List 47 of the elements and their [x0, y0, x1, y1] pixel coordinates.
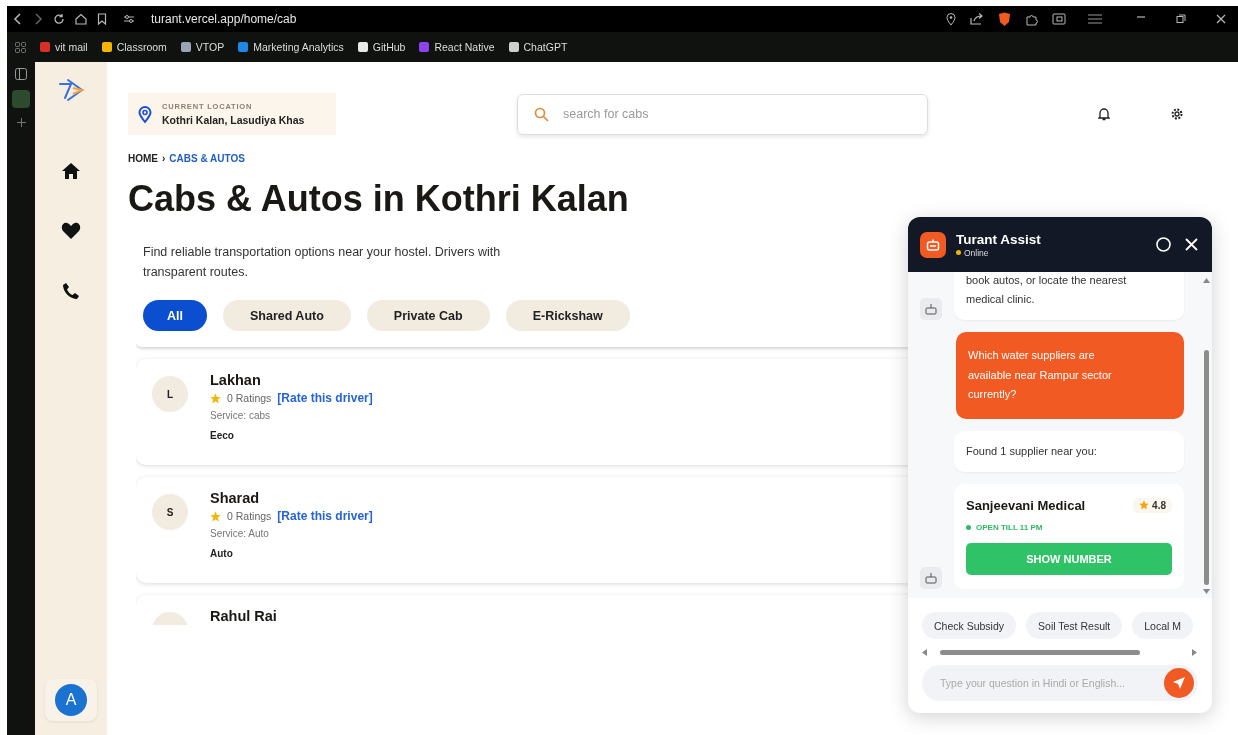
bookmark-link[interactable]: React Native: [434, 41, 495, 53]
chat-status: Online: [964, 247, 989, 258]
location-value: Kothri Kalan, Lasudiya Khas: [162, 114, 305, 126]
breadcrumb-separator: ›: [162, 153, 166, 164]
open-status: OPEN TILL 11 PM: [976, 522, 1043, 532]
quick-reply-chip[interactable]: Soil Test Result: [1026, 612, 1123, 639]
driver-name: Sharad: [210, 490, 261, 506]
driver-name: Lakhan: [210, 372, 262, 388]
bookmark-link[interactable]: Marketing Analytics: [253, 41, 344, 53]
page-description: Find reliable transportation options near your hostel. Drivers with transparent routes.: [143, 244, 502, 281]
supplier-name: Sanjeevani Medical: [966, 497, 1086, 513]
chat-title: Turant Assist: [956, 231, 1041, 247]
search-input[interactable]: search for cabs: [561, 106, 865, 122]
driver-avatar: L: [152, 376, 188, 412]
user-avatar[interactable]: A: [55, 684, 87, 716]
quick-reply-chip[interactable]: Local M: [1132, 612, 1193, 639]
rate-driver-link[interactable]: [Rate this driver]: [277, 509, 373, 523]
vehicle-text: Auto: [210, 548, 234, 559]
filter-chip[interactable]: All: [143, 300, 207, 331]
bookmark-link[interactable]: Classroom: [116, 41, 167, 53]
ratings-count: 0 Ratings: [227, 510, 272, 522]
service-text: Service: cabs: [210, 410, 272, 421]
bookmark-link[interactable]: ChatGPT: [523, 41, 568, 53]
breadcrumb-item[interactable]: HOME: [128, 153, 158, 164]
chat-input-field[interactable]: Type your question in Hindi or English...: [922, 665, 1198, 701]
breadcrumb-item[interactable]: CABS & AUTOS: [169, 153, 245, 164]
rating-badge: 4.8: [1133, 497, 1172, 513]
chat-input[interactable]: Type your question in Hindi or English...: [938, 676, 1164, 690]
bookmark-link[interactable]: GitHub: [372, 41, 406, 53]
filter-chip[interactable]: Private Cab: [366, 300, 490, 331]
address-bar[interactable]: turant.vercel.app/home/cab: [151, 12, 297, 26]
bookmark-link[interactable]: VTOP: [195, 41, 225, 53]
bot-message: Found 1 supplier near you:: [954, 430, 1184, 472]
driver-name: Rahul Rai: [210, 608, 277, 624]
vehicle-text: Eeco: [210, 430, 235, 441]
quick-reply-chip[interactable]: Check Subsidy: [922, 612, 1017, 639]
page-title: Cabs & Autos in Kothri Kalan: [128, 178, 630, 220]
user-message: Which water suppliers are available near Rampur sector currently?: [956, 332, 1184, 419]
filter-chip[interactable]: Shared Auto: [223, 300, 351, 331]
service-text: Service: Auto: [210, 528, 270, 539]
search-field[interactable]: search for cabs: [517, 93, 928, 135]
bot-message: book autos, or locate the nearest medical clinic.: [954, 272, 1184, 320]
ratings-count: 0 Ratings: [227, 392, 272, 404]
rate-driver-link[interactable]: [Rate this driver]: [277, 391, 373, 405]
bookmark-link[interactable]: vit mail: [55, 41, 88, 53]
filter-chip[interactable]: E-Rickshaw: [505, 300, 630, 331]
driver-avatar: S: [152, 494, 188, 530]
